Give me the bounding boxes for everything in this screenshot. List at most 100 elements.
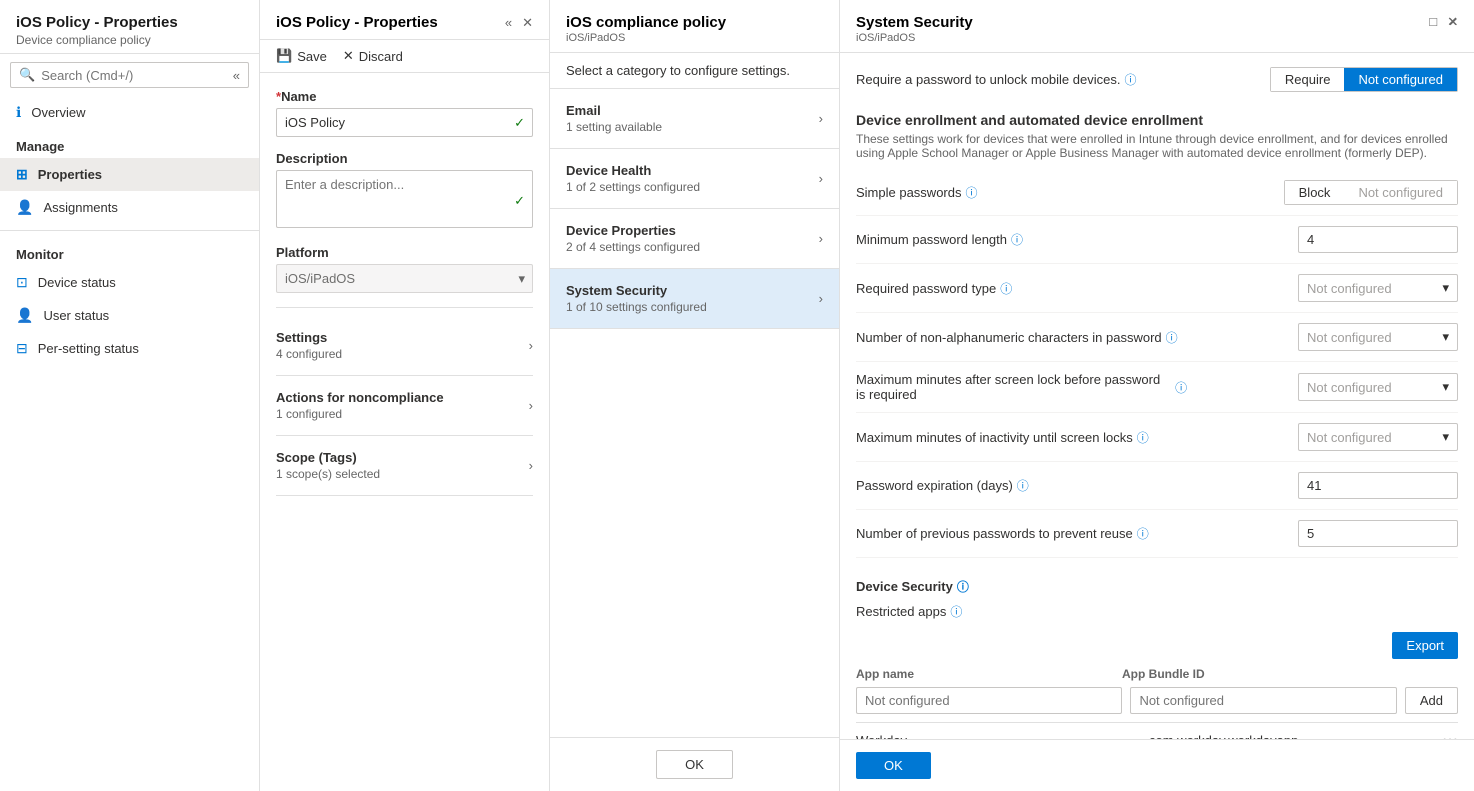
- prev-passwords-info-icon[interactable]: ⓘ: [1137, 525, 1149, 542]
- req-type-dropdown[interactable]: Not configured ▾: [1298, 274, 1458, 302]
- cat-item-security-title: System Security: [566, 283, 707, 298]
- description-input[interactable]: [276, 170, 533, 228]
- expiration-val: 41: [1307, 478, 1321, 493]
- restricted-apps-heading: Restricted apps ⓘ: [856, 603, 1458, 620]
- device-security-text: Device Security: [856, 579, 953, 594]
- restricted-apps-info-icon[interactable]: ⓘ: [950, 603, 962, 620]
- close-panel-icon[interactable]: ✕: [522, 15, 533, 31]
- cat-item-health-sub: 1 of 2 settings configured: [566, 180, 700, 194]
- min-length-val: 4: [1307, 232, 1314, 247]
- properties-icon: ⊞: [16, 166, 28, 183]
- category-item-email[interactable]: Email 1 setting available ›: [550, 89, 839, 149]
- setting-row-expiration: Password expiration (days) ⓘ 41: [856, 462, 1458, 510]
- expiration-value[interactable]: 41: [1298, 472, 1458, 499]
- sidebar-item-overview[interactable]: ℹ Overview: [0, 96, 259, 129]
- prev-passwords-value[interactable]: 5: [1298, 520, 1458, 547]
- inactivity-label: Maximum minutes of inactivity until scre…: [856, 429, 1149, 446]
- setting-row-min-length: Minimum password length ⓘ 4: [856, 216, 1458, 264]
- actions-title: Actions for noncompliance: [276, 390, 444, 405]
- discard-button[interactable]: ✕ Discard: [343, 48, 403, 64]
- simple-passwords-block-btn[interactable]: Block: [1285, 181, 1345, 204]
- category-close-icon[interactable]: ×: [1449, 14, 1458, 32]
- category-item-system-security[interactable]: System Security 1 of 10 settings configu…: [550, 269, 839, 329]
- app-workday-menu-button[interactable]: ···: [1442, 731, 1458, 739]
- setting-row-nonalpha: Number of non-alphanumeric characters in…: [856, 313, 1458, 362]
- inactivity-arrow-icon: ▾: [1442, 429, 1449, 445]
- setting-row-req-type: Required password type ⓘ Not configured …: [856, 264, 1458, 313]
- left-header: iOS Policy - Properties Device complianc…: [0, 0, 259, 54]
- category-item-device-properties[interactable]: Device Properties 2 of 4 settings config…: [550, 209, 839, 269]
- export-area: Export: [856, 632, 1458, 667]
- expiration-label: Password expiration (days) ⓘ: [856, 477, 1029, 494]
- device-security-info-icon[interactable]: ⓘ: [957, 578, 969, 595]
- right-subtitle: iOS/iPadOS: [856, 32, 973, 44]
- right-ok-button[interactable]: OK: [856, 752, 931, 779]
- min-length-label: Minimum password length ⓘ: [856, 231, 1023, 248]
- app-bundle-col-header: App Bundle ID: [1122, 667, 1380, 681]
- name-input[interactable]: [276, 108, 533, 137]
- actions-arrow-icon: ›: [529, 398, 533, 413]
- middle-title: iOS Policy - Properties: [276, 14, 438, 31]
- settings-nav-row[interactable]: Settings 4 configured ›: [276, 316, 533, 376]
- actions-nav-row[interactable]: Actions for noncompliance 1 configured ›: [276, 376, 533, 436]
- settings-title: Settings: [276, 330, 342, 345]
- assignments-label: Assignments: [43, 200, 117, 215]
- app-data-row-workday: Workday com.workday.workdayapp ···: [856, 722, 1458, 739]
- require-btn-require[interactable]: Require: [1271, 68, 1345, 91]
- screen-lock-info-icon[interactable]: ⓘ: [1175, 379, 1187, 396]
- scope-nav-row[interactable]: Scope (Tags) 1 scope(s) selected ›: [276, 436, 533, 496]
- save-button[interactable]: 💾 Save: [276, 48, 327, 64]
- category-description: Select a category to configure settings.: [550, 53, 839, 89]
- simple-passwords-notconfigured-btn[interactable]: Not configured: [1344, 181, 1457, 204]
- nonalpha-dropdown[interactable]: Not configured ▾: [1298, 323, 1458, 351]
- toolbar: 💾 Save ✕ Discard: [260, 40, 549, 73]
- monitor-section-label: Monitor: [0, 237, 259, 266]
- min-length-info-icon[interactable]: ⓘ: [1011, 231, 1023, 248]
- maximize-icon[interactable]: □: [1429, 14, 1437, 30]
- req-type-info-icon[interactable]: ⓘ: [1000, 280, 1012, 297]
- require-info-icon[interactable]: ⓘ: [1124, 71, 1136, 88]
- add-button[interactable]: Add: [1405, 687, 1458, 714]
- category-ok-button[interactable]: OK: [656, 750, 733, 779]
- form-divider: [276, 307, 533, 308]
- sidebar-item-assignments[interactable]: 👤 Assignments: [0, 191, 259, 224]
- category-panel: iOS compliance policy iOS/iPadOS × Selec…: [550, 0, 840, 791]
- cat-item-props-title: Device Properties: [566, 223, 700, 238]
- info-icon: ℹ: [16, 104, 21, 121]
- expiration-info-icon[interactable]: ⓘ: [1017, 477, 1029, 494]
- simple-passwords-info-icon[interactable]: ⓘ: [966, 184, 978, 201]
- sidebar-item-user-status[interactable]: 👤 User status: [0, 299, 259, 332]
- nonalpha-info-icon[interactable]: ⓘ: [1166, 329, 1178, 346]
- name-label: *Name: [276, 89, 533, 104]
- cat-security-arrow-icon: ›: [819, 291, 823, 306]
- search-input[interactable]: [41, 68, 229, 83]
- cat-item-health-title: Device Health: [566, 163, 700, 178]
- sidebar-item-properties[interactable]: ⊞ Properties: [0, 158, 259, 191]
- screen-lock-dropdown[interactable]: Not configured ▾: [1298, 373, 1458, 401]
- require-row: Require a password to unlock mobile devi…: [856, 53, 1458, 100]
- collapse-panel-icon[interactable]: «: [505, 15, 512, 31]
- device-security-heading: Device Security ⓘ: [856, 578, 1458, 595]
- nav-divider: [0, 230, 259, 231]
- inactivity-dropdown[interactable]: Not configured ▾: [1298, 423, 1458, 451]
- middle-title-icons: « ✕: [505, 15, 533, 31]
- min-length-value[interactable]: 4: [1298, 226, 1458, 253]
- sidebar-item-device-status[interactable]: ⊡ Device status: [0, 266, 259, 299]
- app-bundle-input[interactable]: [1130, 687, 1396, 714]
- desc-check-icon: ✓: [514, 193, 525, 209]
- cat-item-email-title: Email: [566, 103, 662, 118]
- user-status-icon: 👤: [16, 307, 33, 324]
- require-btn-not-configured[interactable]: Not configured: [1344, 68, 1457, 91]
- category-item-device-health[interactable]: Device Health 1 of 2 settings configured…: [550, 149, 839, 209]
- app-name-input[interactable]: [856, 687, 1122, 714]
- platform-label: Platform: [276, 245, 533, 260]
- search-bar[interactable]: 🔍 «: [10, 62, 249, 88]
- collapse-icon[interactable]: «: [233, 68, 240, 83]
- right-panel: System Security iOS/iPadOS □ ✕ Require a…: [840, 0, 1474, 791]
- expiration-text: Password expiration (days): [856, 478, 1013, 493]
- sidebar-item-per-setting-status[interactable]: ⊟ Per-setting status: [0, 332, 259, 365]
- right-title: System Security: [856, 14, 973, 31]
- inactivity-info-icon[interactable]: ⓘ: [1137, 429, 1149, 446]
- search-icon: 🔍: [19, 67, 35, 83]
- export-button[interactable]: Export: [1392, 632, 1458, 659]
